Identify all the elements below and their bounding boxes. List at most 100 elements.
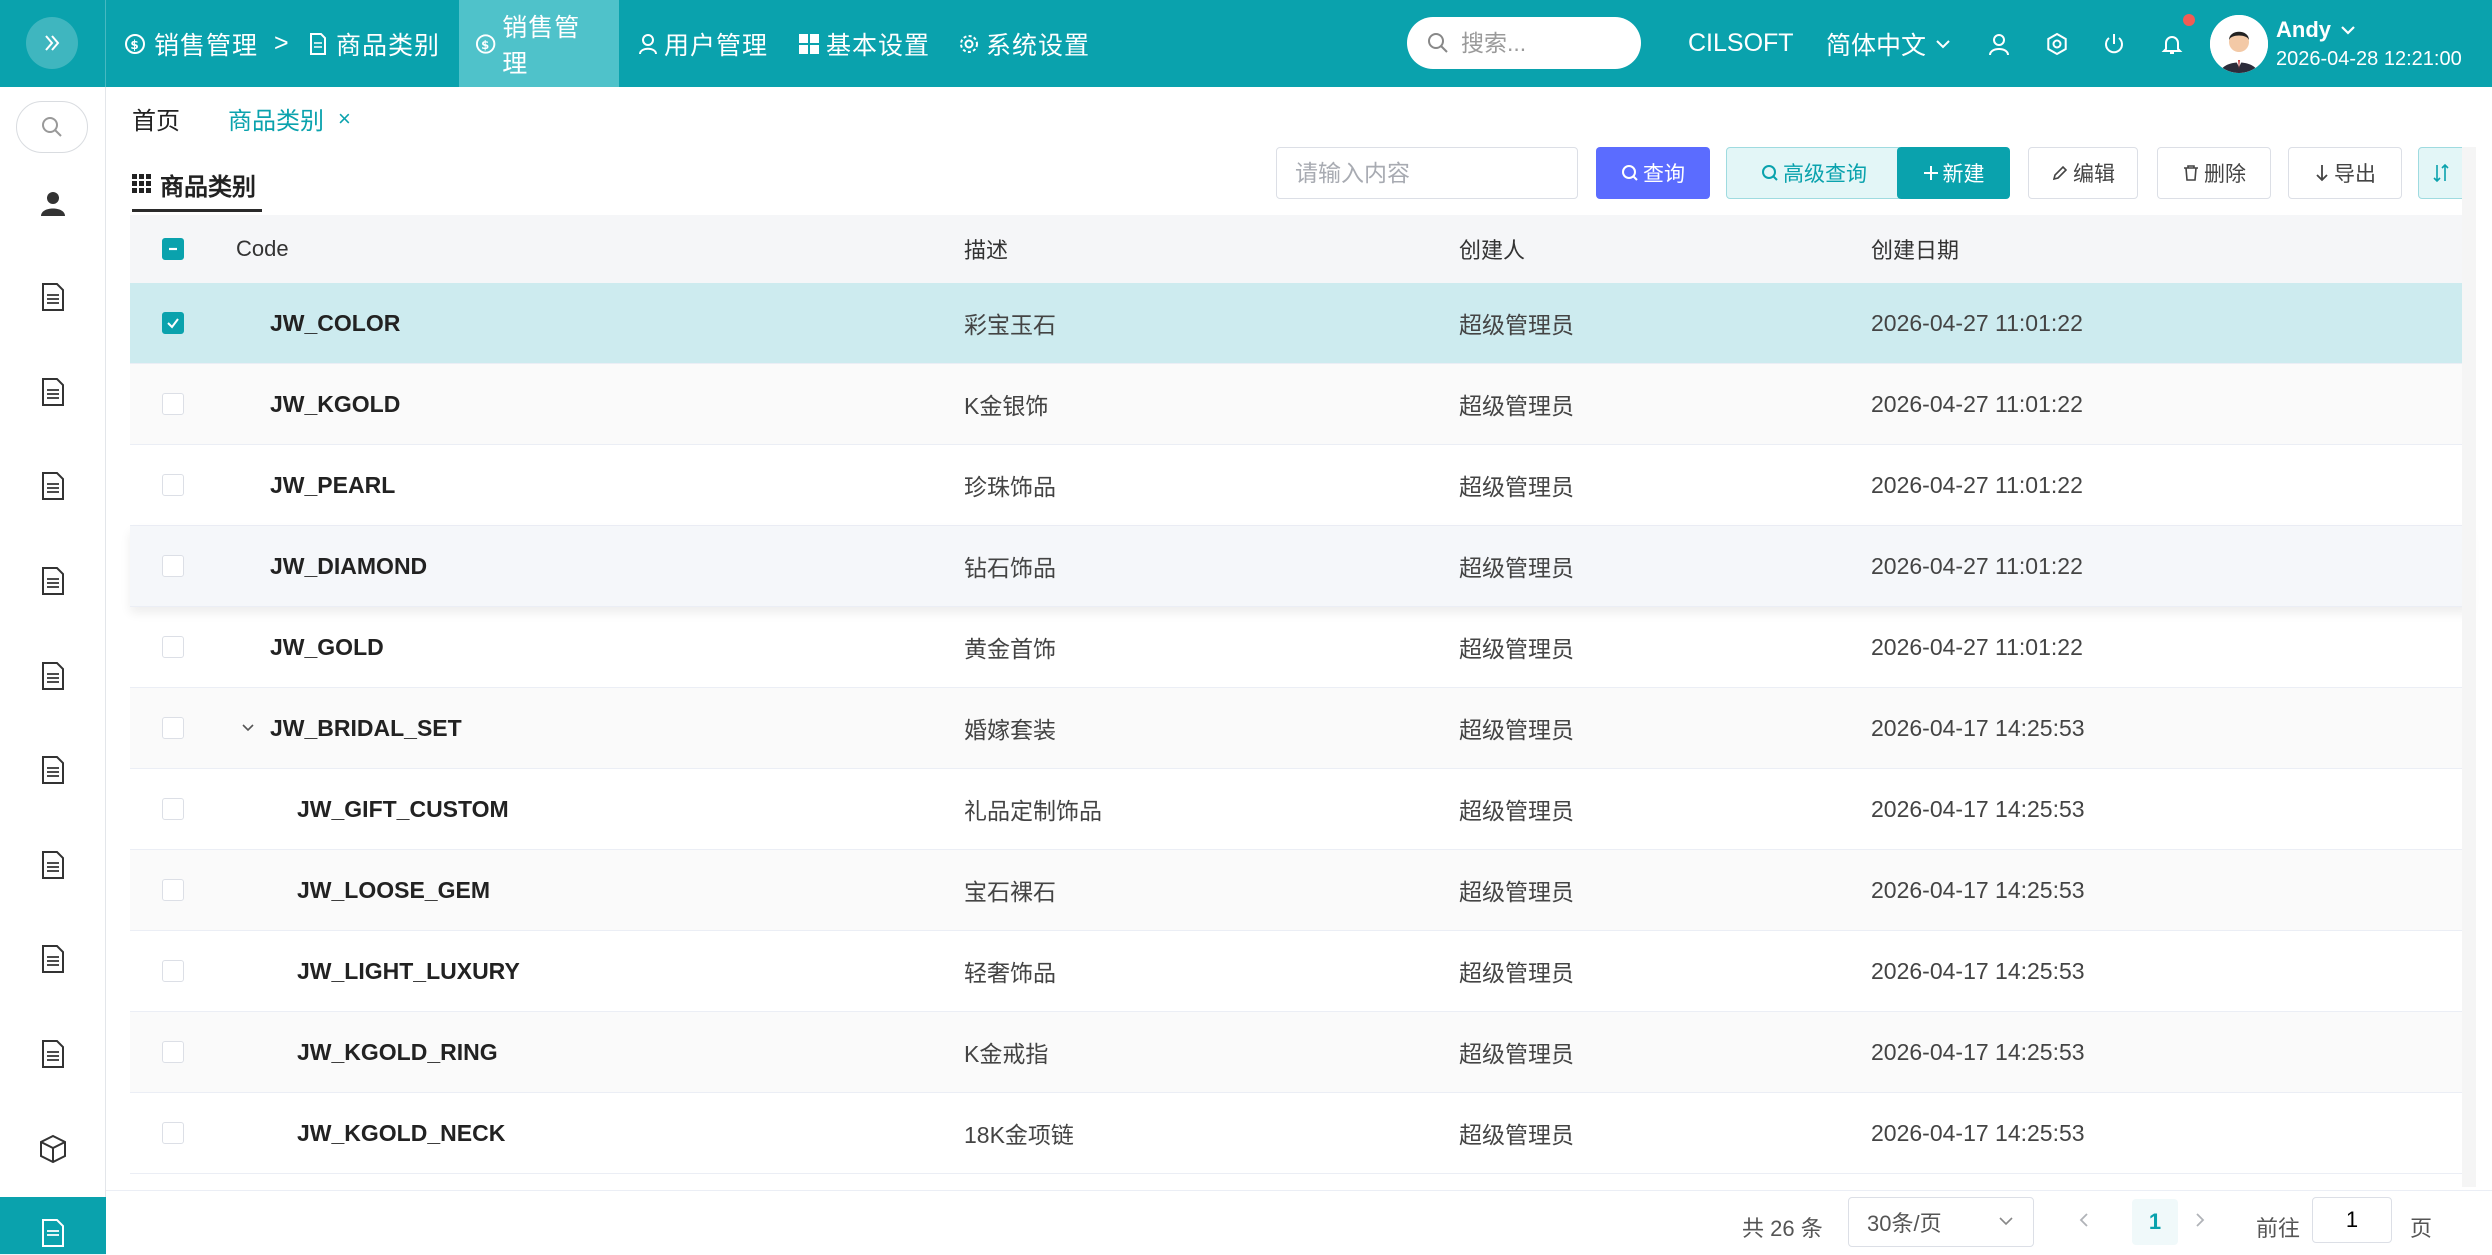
query-input[interactable] <box>1276 147 1578 199</box>
table-row[interactable]: JW_PEARL 珍珠饰品 超级管理员 2026-04-27 11:01:22 <box>130 445 2470 526</box>
language-select[interactable]: 简体中文 <box>1826 0 1952 87</box>
sidebar-item-doc-9[interactable] <box>35 1036 71 1072</box>
close-icon[interactable]: × <box>338 106 351 132</box>
page-number-current[interactable]: 1 <box>2132 1199 2178 1245</box>
tab-label: 商品类别 <box>228 108 324 135</box>
select-all-checkbox[interactable] <box>162 215 184 283</box>
cell-date: 2026-04-27 11:01:22 <box>1871 309 2083 336</box>
cell-desc: 珍珠饰品 <box>964 474 1056 500</box>
svg-text:$: $ <box>130 38 139 52</box>
sidebar-item-doc-4[interactable] <box>35 563 71 599</box>
row-checkbox[interactable] <box>162 688 184 768</box>
plus-icon <box>1923 166 1938 180</box>
sidebar <box>0 87 106 1254</box>
table-row[interactable]: JW_DIAMOND 钻石饰品 超级管理员 2026-04-27 11:01:2… <box>130 526 2470 607</box>
gear-icon <box>2047 32 2067 56</box>
sidebar-toggle-button[interactable] <box>26 17 78 69</box>
cell-desc: K金银饰 <box>964 393 1049 419</box>
nav-sales[interactable]: $ 销售管理 <box>459 0 619 87</box>
column-header-date[interactable]: 创建日期 <box>1871 215 1959 283</box>
row-checkbox[interactable] <box>162 850 184 930</box>
edit-button[interactable]: 编辑 <box>2028 147 2138 199</box>
query-button[interactable]: 查询 <box>1596 147 1710 199</box>
settings-button[interactable] <box>2041 28 2073 60</box>
cell-creator: 超级管理员 <box>1459 1122 1574 1148</box>
notification-button[interactable] <box>2156 28 2188 60</box>
sidebar-item-active[interactable] <box>0 1197 106 1254</box>
new-button-label: 新建 <box>1942 163 1985 186</box>
row-checkbox[interactable] <box>162 769 184 849</box>
avatar[interactable] <box>2210 15 2268 73</box>
column-header-creator[interactable]: 创建人 <box>1459 215 1525 283</box>
table-row[interactable]: JW_GIFT_CUSTOM 礼品定制饰品 超级管理员 2026-04-17 1… <box>130 769 2470 850</box>
grid-icon <box>799 33 819 54</box>
cell-code: JW_PEARL <box>270 471 396 498</box>
sidebar-item-box[interactable] <box>35 1131 71 1167</box>
sidebar-item-doc-5[interactable] <box>35 658 71 694</box>
tab-home[interactable]: 首页 <box>132 101 180 136</box>
avatar-image <box>2210 15 2268 73</box>
cell-desc: 轻奢饰品 <box>964 960 1056 986</box>
breadcrumb-category[interactable]: 商品类别 <box>308 0 440 87</box>
checkbox-box <box>162 879 184 901</box>
cell-date: 2026-04-27 11:01:22 <box>1871 471 2083 498</box>
row-checkbox[interactable] <box>162 283 184 363</box>
next-page-button[interactable] <box>2192 1209 2208 1235</box>
prev-page-button[interactable] <box>2076 1209 2092 1235</box>
checkbox-box <box>162 1122 184 1144</box>
sidebar-item-doc-6[interactable] <box>35 752 71 788</box>
table-row[interactable]: JW_GOLD 黄金首饰 超级管理员 2026-04-27 11:01:22 <box>130 607 2470 688</box>
table-row[interactable]: JW_BRIDAL_SET 婚嫁套装 超级管理员 2026-04-17 14:2… <box>130 688 2470 769</box>
row-checkbox[interactable] <box>162 1093 184 1173</box>
dollar-circle-icon: $ <box>475 33 496 54</box>
row-checkbox[interactable] <box>162 364 184 444</box>
sidebar-item-doc-1[interactable] <box>35 279 71 315</box>
new-button[interactable]: 新建 <box>1897 147 2010 199</box>
row-checkbox[interactable] <box>162 445 184 525</box>
global-search[interactable] <box>1407 17 1641 69</box>
goto-page-input[interactable] <box>2312 1197 2392 1243</box>
table-row[interactable]: JW_KGOLD_RING K金戒指 超级管理员 2026-04-17 14:2… <box>130 1012 2470 1093</box>
nav-system-settings[interactable]: 系统设置 <box>942 0 1106 87</box>
notification-badge <box>2183 14 2195 26</box>
table-row[interactable]: JW_LIGHT_LUXURY 轻奢饰品 超级管理员 2026-04-17 14… <box>130 931 2470 1012</box>
nav-users[interactable]: 用户管理 <box>622 0 784 87</box>
nav-basic-settings[interactable]: 基本设置 <box>782 0 946 87</box>
tab-product-category[interactable]: 商品类别 × <box>228 101 351 136</box>
row-checkbox[interactable] <box>162 607 184 687</box>
sidebar-item-user[interactable] <box>35 185 71 221</box>
power-button[interactable] <box>2098 28 2130 60</box>
sidebar-item-doc-2[interactable] <box>35 374 71 410</box>
cell-code: JW_KGOLD_RING <box>297 1038 498 1065</box>
cell-creator: 超级管理员 <box>1459 798 1574 824</box>
table-row[interactable]: JW_KGOLD K金银饰 超级管理员 2026-04-27 11:01:22 <box>130 364 2470 445</box>
cell-date: 2026-04-17 14:25:53 <box>1871 1038 2085 1065</box>
sidebar-search-button[interactable] <box>16 101 88 153</box>
export-button[interactable]: 导出 <box>2288 147 2402 199</box>
table-row[interactable]: JW_KGOLD_NECK 18K金项链 超级管理员 2026-04-17 14… <box>130 1093 2470 1174</box>
expand-toggle[interactable] <box>240 688 256 768</box>
sidebar-item-doc-3[interactable] <box>35 468 71 504</box>
breadcrumb-sales[interactable]: $ 销售管理 <box>124 0 258 87</box>
cell-code: JW_GOLD <box>270 633 384 660</box>
row-checkbox[interactable] <box>162 526 184 606</box>
column-header-code[interactable]: Code <box>236 215 289 283</box>
sort-button[interactable] <box>2418 147 2468 199</box>
svg-text:$: $ <box>481 37 490 51</box>
table-row[interactable]: JW_LOOSE_GEM 宝石裸石 超级管理员 2026-04-17 14:25… <box>130 850 2470 931</box>
column-header-desc[interactable]: 描述 <box>964 215 1008 283</box>
page-size-select[interactable]: 30条/页 <box>1848 1197 2034 1247</box>
main-panel: 商品类别 查询 高级查询 新建 编辑 删除 导出 Code <box>106 147 2492 1254</box>
sidebar-item-doc-8[interactable] <box>35 941 71 977</box>
delete-button[interactable]: 删除 <box>2157 147 2271 199</box>
row-checkbox[interactable] <box>162 931 184 1011</box>
row-checkbox[interactable] <box>162 1012 184 1092</box>
sidebar-item-doc-7[interactable] <box>35 847 71 883</box>
table-scrollbar[interactable] <box>2462 147 2476 1187</box>
profile-button[interactable] <box>1983 28 2015 60</box>
user-menu[interactable]: Andy <box>2276 17 2357 43</box>
global-search-input[interactable] <box>1459 28 1633 58</box>
advanced-query-button[interactable]: 高级查询 <box>1726 147 1902 199</box>
table-row[interactable]: JW_COLOR 彩宝玉石 超级管理员 2026-04-27 11:01:22 <box>130 283 2470 364</box>
search-icon <box>42 117 62 137</box>
